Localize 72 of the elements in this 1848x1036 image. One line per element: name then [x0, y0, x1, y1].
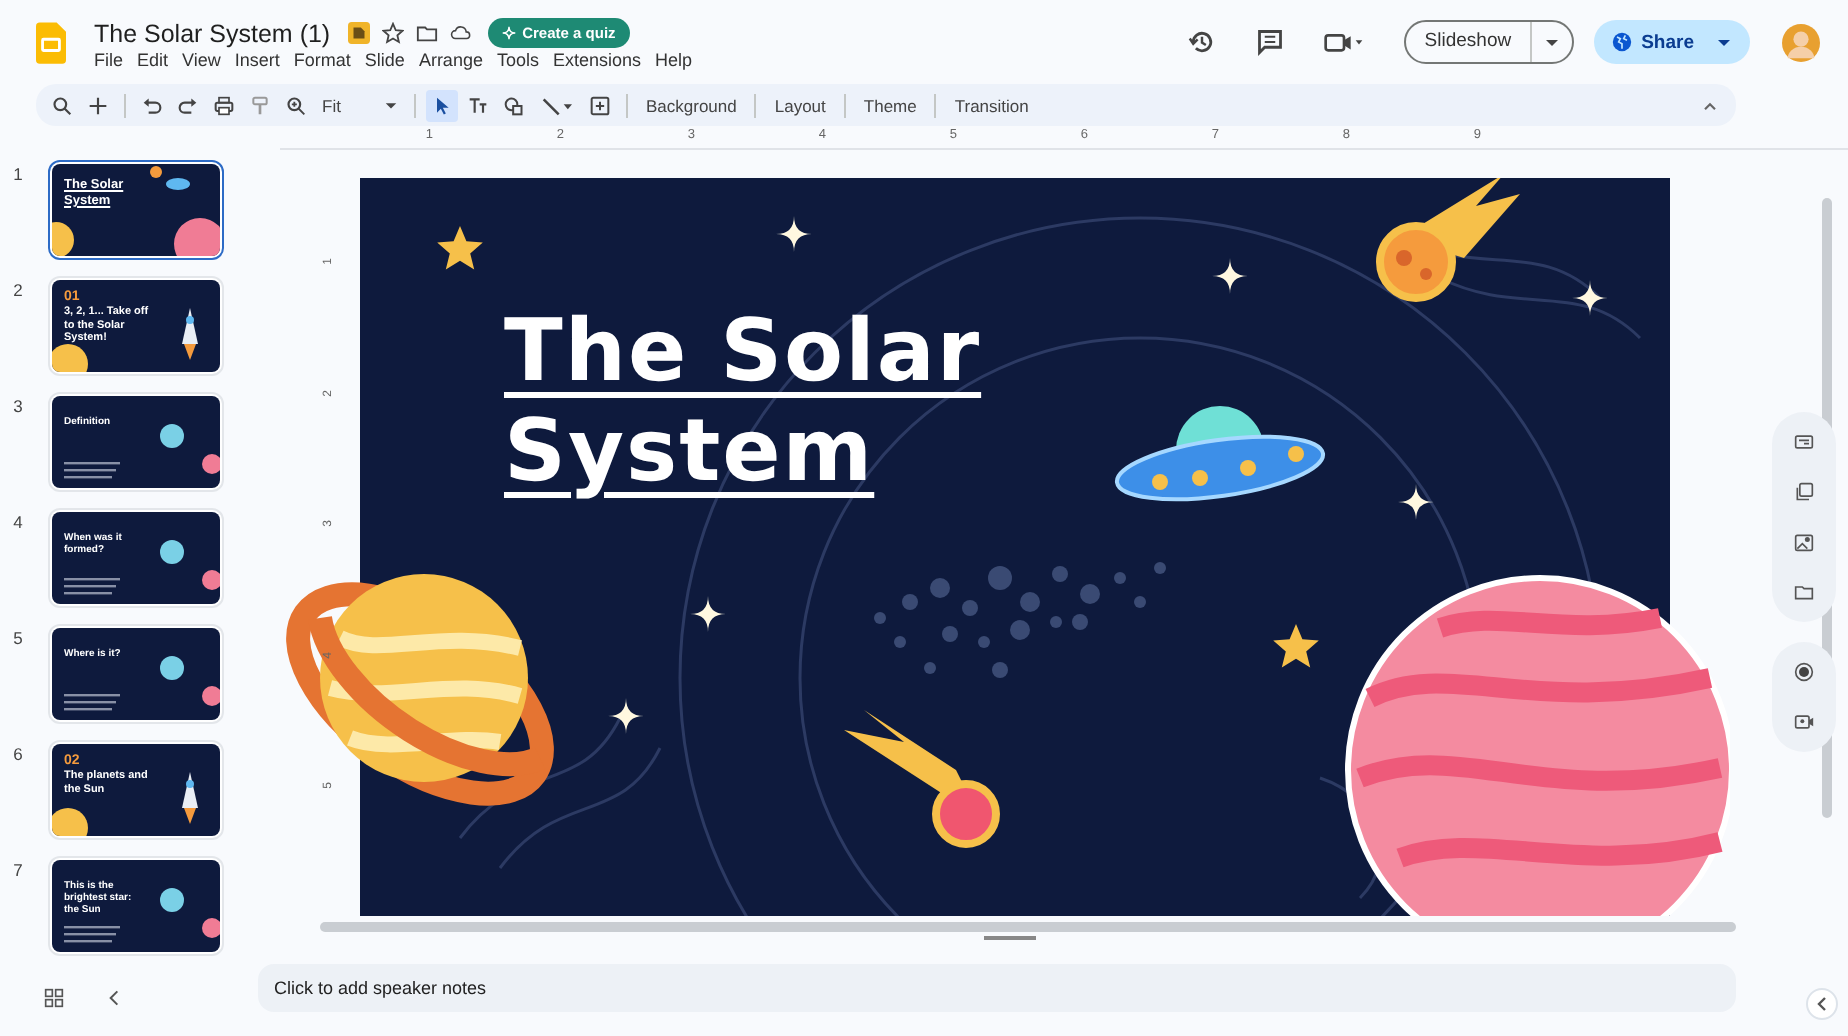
- menu-item[interactable]: Insert: [234, 50, 280, 70]
- slide-number: 3: [11, 396, 25, 416]
- video-icon[interactable]: [1794, 712, 1814, 732]
- video-call-icon[interactable]: [1324, 28, 1365, 56]
- horizontal-scrollbar[interactable]: [320, 922, 1736, 932]
- shapes-icon[interactable]: [504, 95, 524, 115]
- caret-icon: [384, 98, 398, 112]
- sparkle-icon: [776, 216, 812, 252]
- speaker-notes-field[interactable]: Click to add speaker notes: [258, 964, 1736, 1012]
- print-icon[interactable]: [214, 95, 234, 115]
- menu-item[interactable]: Tools: [496, 50, 539, 70]
- search-icon[interactable]: [52, 95, 72, 115]
- slide-title[interactable]: System: [504, 406, 982, 498]
- select-cursor-icon[interactable]: [426, 89, 458, 121]
- sparkle-icon: [608, 698, 644, 734]
- slide-number: 6: [11, 744, 25, 764]
- slideshow-button[interactable]: Slideshow: [1406, 22, 1532, 62]
- toolbar-button[interactable]: Transition: [952, 95, 1031, 115]
- caret-icon[interactable]: [1543, 34, 1560, 50]
- document-title[interactable]: The Solar System (1): [94, 19, 331, 47]
- resize-handle[interactable]: [984, 936, 1036, 940]
- add-comment-icon[interactable]: [590, 95, 610, 115]
- copy-icon[interactable]: [1794, 482, 1814, 502]
- toolbar-button[interactable]: Theme: [861, 95, 919, 115]
- share-button[interactable]: Share: [1593, 20, 1750, 64]
- star-icon: [1273, 624, 1319, 668]
- plus-icon[interactable]: [88, 95, 108, 115]
- zoom-dropdown[interactable]: Fit: [322, 95, 398, 115]
- slide-number: 7: [11, 860, 25, 880]
- menu-item[interactable]: Slide: [364, 50, 405, 70]
- menu-item[interactable]: Edit: [137, 50, 169, 70]
- undo-icon[interactable]: [142, 95, 162, 115]
- collapse-panel-icon[interactable]: [104, 988, 124, 1008]
- slide-number: 4: [11, 512, 25, 532]
- toolbar-button[interactable]: Layout: [772, 95, 828, 115]
- text-box-icon[interactable]: [468, 95, 488, 115]
- history-icon[interactable]: [1188, 28, 1217, 56]
- redo-icon[interactable]: [178, 95, 198, 115]
- sparkle-icon: [690, 596, 726, 632]
- globe-icon: [1611, 32, 1632, 52]
- toolbar-button[interactable]: Background: [644, 95, 739, 115]
- comment-icon[interactable]: [1256, 28, 1285, 56]
- slide-number: 1: [11, 164, 25, 184]
- image-icon[interactable]: [1794, 532, 1814, 552]
- line-icon[interactable]: [540, 95, 574, 115]
- sparkle-icon: [1212, 258, 1248, 294]
- sparkle-icon: [1398, 484, 1434, 520]
- menu-item[interactable]: Format: [293, 50, 351, 70]
- caret-icon[interactable]: [1716, 34, 1732, 50]
- star-icon: [437, 226, 483, 270]
- slides-badge-icon[interactable]: [348, 22, 371, 44]
- slide-number: 5: [11, 628, 25, 648]
- star-icon[interactable]: [382, 22, 405, 44]
- slide-title[interactable]: The Solar: [504, 306, 982, 398]
- comet-drawing: [1376, 178, 1520, 302]
- menu-item[interactable]: View: [182, 50, 221, 70]
- cloud-icon[interactable]: [450, 22, 473, 44]
- expand-panel-icon[interactable]: [1806, 988, 1838, 1020]
- folder-icon[interactable]: [1794, 582, 1814, 602]
- record-icon[interactable]: [1794, 662, 1814, 682]
- keyboard-icon[interactable]: [1794, 432, 1814, 452]
- sparkle-icon: [1572, 280, 1608, 316]
- menu-item[interactable]: Help: [655, 50, 693, 70]
- grid-view-icon[interactable]: [44, 988, 64, 1008]
- folder-icon[interactable]: [416, 22, 439, 44]
- zoom-icon[interactable]: [286, 95, 306, 115]
- menu-item[interactable]: Arrange: [418, 50, 483, 70]
- slideshow-split-button[interactable]: Slideshow: [1404, 20, 1574, 64]
- slide-number: 2: [11, 280, 25, 300]
- menu-item[interactable]: File: [94, 50, 124, 70]
- sparkle-icon: [502, 26, 517, 40]
- menu-item[interactable]: Extensions: [552, 50, 642, 70]
